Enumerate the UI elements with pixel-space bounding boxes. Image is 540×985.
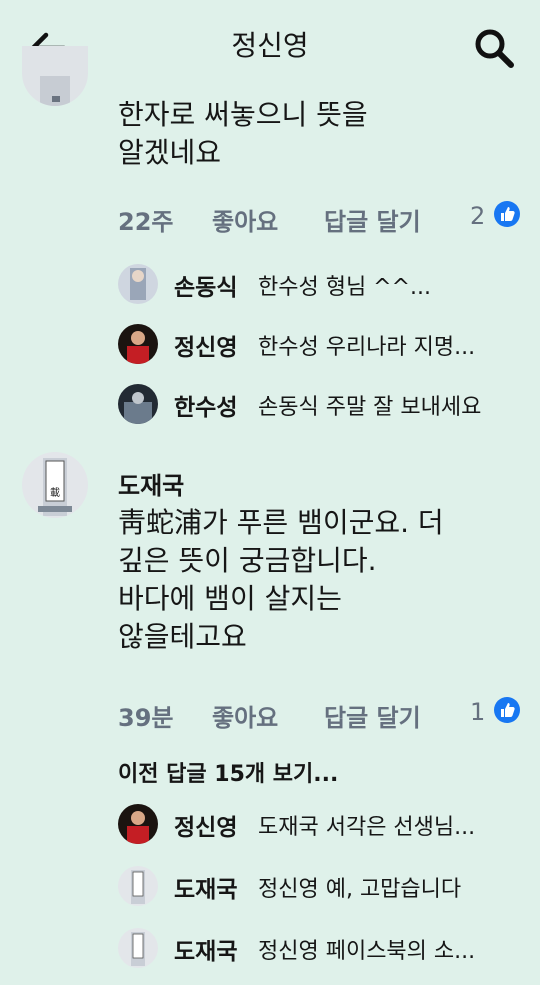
- reply-author[interactable]: 한수성: [174, 388, 237, 422]
- reply-button[interactable]: 답글 달기: [324, 698, 421, 733]
- reply-item[interactable]: 도재국 정신영 예, 고맙습니다: [118, 864, 528, 908]
- reply-author[interactable]: 정신영: [174, 328, 237, 362]
- reply-item[interactable]: 손동식 한수성 형님 ^^...: [118, 262, 528, 306]
- svg-text:載: 載: [50, 487, 60, 499]
- like-button[interactable]: 좋아요: [212, 698, 278, 733]
- avatar: [118, 384, 158, 424]
- like-button[interactable]: 좋아요: [212, 202, 278, 237]
- avatar: [118, 264, 158, 304]
- reply-item[interactable]: 도재국 정신영 페이스북의 소...: [118, 926, 528, 970]
- like-count: 1: [470, 698, 486, 726]
- reply-item[interactable]: 정신영 한수성 우리나라 지명...: [118, 322, 528, 366]
- reply-author[interactable]: 도재국: [174, 932, 237, 966]
- like-count: 2: [470, 202, 486, 230]
- avatar[interactable]: [22, 46, 88, 106]
- avatar: [118, 866, 158, 906]
- comment-time: 22주: [118, 208, 174, 236]
- avatar[interactable]: 載: [22, 452, 88, 518]
- reply-author[interactable]: 도재국: [174, 870, 237, 904]
- view-previous-replies[interactable]: 이전 답글 15개 보기...: [118, 756, 338, 788]
- search-icon[interactable]: [472, 26, 516, 70]
- reply-text: 손동식 주말 잘 보내세요: [258, 395, 482, 420]
- comment-text: 靑蛇浦가 푸른 뱀이군요. 더 깊은 뜻이 궁금합니다. 바다에 뱀이 살지는 …: [118, 506, 444, 653]
- reply-item[interactable]: 정신영 도재국 서각은 선생님...: [118, 802, 528, 846]
- reply-text: 정신영 예, 고맙습니다: [258, 877, 462, 902]
- comment-author[interactable]: 도재국: [118, 466, 184, 501]
- like-icon: [494, 697, 520, 723]
- reply-button[interactable]: 답글 달기: [324, 202, 421, 237]
- avatar: [118, 928, 158, 968]
- comment-time: 39분: [118, 704, 174, 732]
- reply-text: 도재국 서각은 선생님...: [258, 815, 476, 840]
- reply-author[interactable]: 손동식: [174, 268, 237, 302]
- comment-text: 한자로 써놓으니 뜻을 알겠네요: [118, 98, 368, 169]
- reply-text: 한수성 우리나라 지명...: [258, 335, 476, 360]
- like-icon: [494, 201, 520, 227]
- reply-text: 정신영 페이스북의 소...: [258, 939, 476, 964]
- reply-text: 한수성 형님 ^^...: [258, 275, 432, 300]
- avatar: [118, 324, 158, 364]
- reply-author[interactable]: 정신영: [174, 808, 237, 842]
- reply-item[interactable]: 한수성 손동식 주말 잘 보내세요: [118, 382, 528, 426]
- avatar: [118, 804, 158, 844]
